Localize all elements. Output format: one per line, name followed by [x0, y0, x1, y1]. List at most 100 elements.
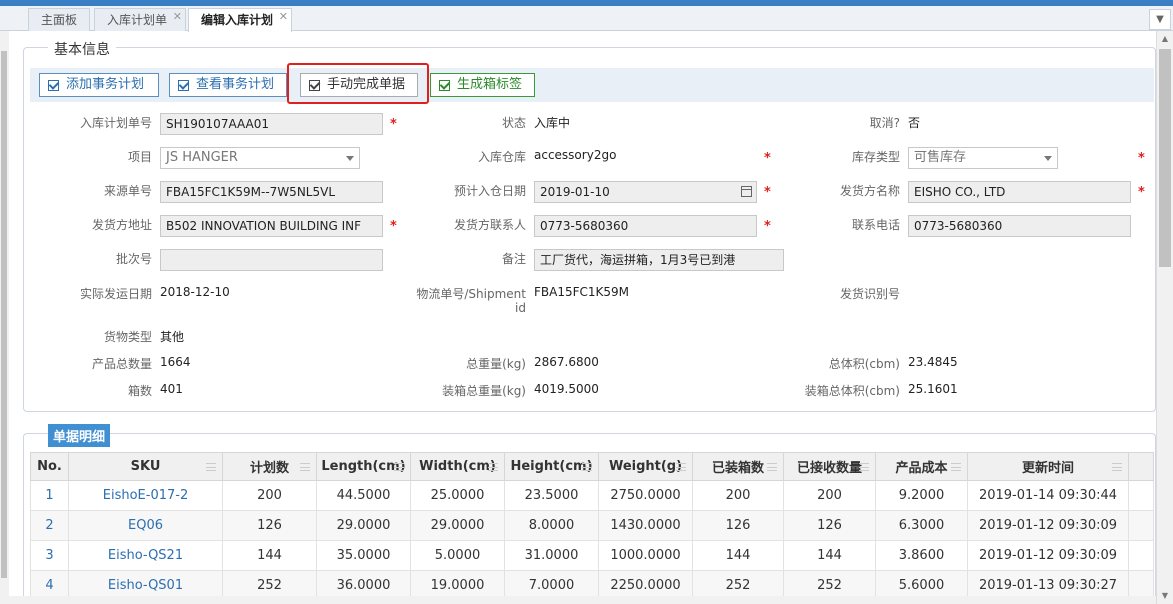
plan-no-field[interactable]: SH190107AAA01 — [160, 113, 383, 135]
tab-edit-inbound-plan[interactable]: 编辑入库计划 ✕ — [188, 8, 292, 32]
total-qty-value: 1664 — [160, 355, 191, 369]
batch-label: 批次号 — [115, 252, 152, 266]
column-header[interactable]: Width(cm) — [410, 452, 505, 481]
column-menu-icon[interactable] — [300, 463, 310, 471]
tab-inbound-plans[interactable]: 入库计划单 ✕ — [94, 8, 186, 31]
cell: 35.0000 — [316, 540, 411, 571]
cell: 29.0000 — [316, 510, 411, 541]
calendar-icon[interactable] — [741, 186, 752, 197]
total-volume-label: 总体积(cbm) — [828, 357, 900, 371]
cell-filler — [1128, 540, 1154, 571]
tab-dashboard[interactable]: 主面板 — [28, 8, 90, 31]
table-row[interactable]: 1 EishoE-017-2 200 44.5000 25.0000 23.50… — [30, 480, 1154, 511]
chevron-down-icon: ▼ — [1156, 14, 1164, 25]
column-menu-icon[interactable] — [951, 463, 961, 471]
shipper-field[interactable]: EISHO CO., LTD — [908, 181, 1131, 203]
source-no-label: 来源单号 — [103, 184, 152, 198]
box-weight-label: 装箱总重量(kg) — [442, 384, 526, 398]
column-menu-icon[interactable] — [676, 463, 686, 471]
vertical-scrollbar[interactable]: ▲ ▼ — [1156, 31, 1173, 604]
cell-filler — [1128, 510, 1154, 541]
detail-table: No. SKU 计划数 Length(cm) Width(cm) Height(… — [30, 452, 1154, 601]
column-menu-icon[interactable] — [488, 463, 498, 471]
project-label: 项目 — [127, 150, 152, 164]
source-no-field[interactable]: FBA15FC1K59M--7W5NL5VL — [160, 181, 383, 203]
column-header[interactable]: 已装箱数 — [692, 452, 784, 481]
tab-bar: 主面板 入库计划单 ✕ 编辑入库计划 ✕ ▼ — [0, 6, 1173, 32]
column-header[interactable]: Height(cm) — [504, 452, 599, 481]
cell: 126 — [783, 510, 876, 541]
cancel-label: 取消? — [869, 116, 900, 130]
close-icon[interactable]: ✕ — [279, 6, 288, 28]
view-plan-button[interactable]: 查看事务计划 — [169, 73, 287, 97]
table-row[interactable]: 3 Eisho-QS21 144 35.0000 5.0000 31.0000 … — [30, 540, 1154, 571]
shipper-contact-field[interactable]: 0773-5680360 — [534, 215, 757, 237]
cell: 31.0000 — [504, 540, 599, 571]
column-header[interactable]: 计划数 — [222, 452, 317, 481]
remark-field[interactable]: 工厂货代，海运拼箱，1月3号已到港 — [534, 249, 784, 271]
status-label: 状态 — [501, 116, 526, 130]
boxes-label: 箱数 — [127, 384, 152, 398]
shipper-address-label: 发货方地址 — [91, 218, 152, 232]
section-title-basic: 基本信息 — [48, 39, 116, 59]
stock-type-label: 库存类型 — [851, 150, 900, 164]
scrollbar-thumb[interactable] — [1, 51, 7, 578]
column-menu-icon[interactable] — [1112, 463, 1122, 471]
column-menu-icon[interactable] — [206, 463, 216, 471]
cell: 200 — [783, 480, 876, 511]
checkbox-icon — [439, 80, 450, 91]
sku-link[interactable]: EQ06 — [68, 510, 223, 541]
remark-label: 备注 — [501, 252, 526, 266]
goods-type-label: 货物类型 — [103, 330, 152, 344]
cell: 25.0000 — [410, 480, 505, 511]
column-menu-icon[interactable] — [859, 463, 869, 471]
chevron-down-icon — [346, 156, 354, 161]
column-menu-icon[interactable] — [767, 463, 777, 471]
stock-type-select[interactable]: 可售库存 — [908, 147, 1058, 169]
generate-box-label-button[interactable]: 生成箱标签 — [430, 73, 535, 97]
cell: 2019-01-12 09:30:09 — [967, 540, 1129, 571]
close-icon[interactable]: ✕ — [173, 6, 182, 28]
expected-date-label: 预计入仓日期 — [453, 184, 526, 198]
cell: 1000.0000 — [598, 540, 693, 571]
add-plan-button[interactable]: 添加事务计划 — [39, 73, 159, 97]
scroll-down-icon[interactable]: ▼ — [1157, 588, 1173, 604]
row-number: 1 — [30, 480, 69, 511]
sku-link[interactable]: Eisho-QS21 — [68, 540, 223, 571]
phone-field[interactable]: 0773-5680360 — [908, 215, 1131, 237]
shipper-label: 发货方名称 — [839, 184, 900, 198]
sku-link[interactable]: EishoE-017-2 — [68, 480, 223, 511]
status-value: 入库中 — [534, 116, 571, 130]
scrollbar-thumb[interactable] — [1159, 49, 1171, 267]
column-header[interactable]: 更新时间 — [967, 452, 1129, 481]
chevron-down-icon — [1044, 156, 1052, 161]
column-header[interactable]: SKU — [68, 452, 223, 481]
tab-list-dropdown-button[interactable]: ▼ — [1149, 9, 1171, 30]
column-header[interactable]: Weight(g) — [598, 452, 693, 481]
cell: 3.8600 — [875, 540, 968, 571]
column-header[interactable]: Length(cm) — [316, 452, 411, 481]
column-menu-icon[interactable] — [394, 463, 404, 471]
total-qty-label: 产品总数量 — [91, 357, 152, 371]
required-marker: * — [764, 151, 771, 166]
shipper-address-field[interactable]: B502 INNOVATION BUILDING INF — [160, 215, 383, 237]
batch-field[interactable] — [160, 249, 383, 271]
expected-date-field[interactable]: 2019-01-10 — [534, 181, 757, 203]
outer-scrollbar[interactable] — [0, 31, 9, 604]
scroll-up-icon[interactable]: ▲ — [1157, 31, 1173, 47]
required-marker: * — [764, 185, 771, 200]
table-row[interactable]: 2 EQ06 126 29.0000 29.0000 8.0000 1430.0… — [30, 510, 1154, 541]
cell: 144 — [222, 540, 317, 571]
column-header[interactable]: 已接收数量 — [783, 452, 876, 481]
warehouse-label: 入库仓库 — [477, 150, 526, 164]
column-header[interactable]: No. — [30, 452, 69, 481]
column-header[interactable]: 产品成本 — [875, 452, 968, 481]
project-select[interactable]: JS HANGER — [160, 147, 360, 169]
column-menu-icon[interactable] — [582, 463, 592, 471]
shipment-id-label-line2: id — [515, 301, 526, 315]
required-marker: * — [764, 219, 771, 234]
box-volume-value: 25.1601 — [908, 382, 958, 396]
total-volume-value: 23.4845 — [908, 355, 958, 369]
total-weight-label: 总重量(kg) — [466, 357, 526, 371]
horizontal-scrollbar[interactable] — [0, 596, 1156, 604]
